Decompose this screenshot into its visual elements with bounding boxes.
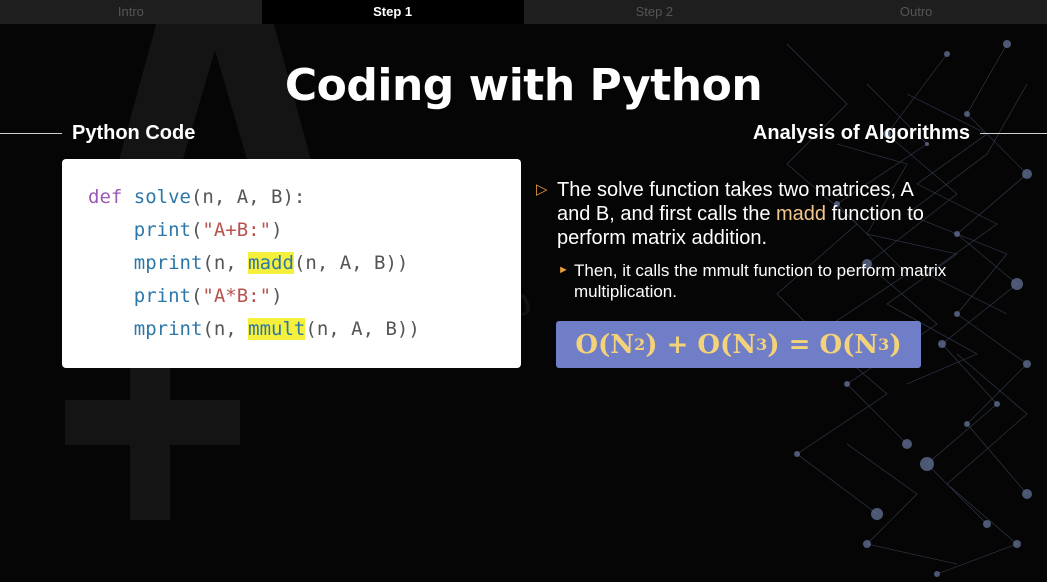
analysis-sub-text: Then, it calls the mmult function to per… — [574, 261, 947, 301]
code-paren: ) — [271, 285, 283, 307]
code-line-1: def solve(n, A, B): — [88, 183, 521, 216]
code-line-3: mprint(n, madd(n, A, B)) — [88, 249, 521, 282]
arrow-bullet-icon: ► — [558, 264, 569, 276]
formula-part: ) + O(N — [645, 329, 757, 360]
code-paren: ( — [190, 285, 203, 307]
code-args: (n, — [202, 318, 249, 340]
analysis-main-bullet: ▷ The solve function takes two matrices,… — [536, 178, 946, 250]
python-code-heading-text: Python Code — [72, 121, 196, 144]
analysis-heading: Analysis of Algorithms — [753, 120, 1047, 146]
code-args: (n, A, B)) — [305, 318, 420, 340]
code-call: print — [133, 219, 191, 241]
code-call: print — [133, 285, 191, 307]
formula-part: ) — [889, 329, 902, 360]
page-title: Coding with Python — [284, 60, 763, 111]
complexity-formula: O(N 2) + O(N 3) = O(N 3) — [556, 321, 921, 368]
heading-divider-line — [0, 132, 62, 134]
analysis-keyword-madd: madd — [776, 203, 827, 225]
tab-outro[interactable]: Outro — [785, 0, 1047, 24]
tab-intro[interactable]: Intro — [0, 0, 262, 24]
analysis-main-text: The solve function takes two matrices, A… — [557, 178, 946, 250]
code-block: def solve(n, A, B): print("A+B:") mprint… — [62, 159, 521, 368]
code-paren: ) — [271, 219, 283, 241]
code-call: mprint — [133, 318, 203, 340]
code-args: (n, A, B)) — [293, 252, 409, 274]
tab-step-1[interactable]: Step 1 — [261, 0, 524, 24]
code-args: (n, A, B): — [190, 186, 306, 208]
heading-divider-line — [980, 132, 1047, 134]
formula-exponent: 3 — [756, 335, 768, 354]
analysis-sub-bullet: ► Then, it calls the mmult function to p… — [558, 260, 948, 302]
code-args: (n, — [202, 252, 249, 274]
code-string: "A+B:" — [202, 219, 272, 241]
formula-exponent: 3 — [878, 335, 890, 354]
python-code-heading: Python Code — [0, 120, 195, 146]
code-line-4: print("A*B:") — [88, 282, 521, 315]
formula-part: ) = O(N — [767, 329, 879, 360]
code-call: mprint — [133, 252, 203, 274]
analysis-heading-text: Analysis of Algorithms — [752, 121, 970, 144]
code-paren: ( — [190, 219, 203, 241]
formula-exponent: 2 — [634, 335, 646, 354]
triangle-bullet-icon: ▷ — [536, 181, 548, 198]
code-highlight: mmult — [248, 318, 306, 340]
code-highlight: madd — [248, 252, 294, 274]
code-string: "A*B:" — [202, 285, 272, 307]
step-tab-bar: Intro Step 1 Step 2 Outro — [0, 0, 1047, 24]
code-line-2: print("A+B:") — [88, 216, 521, 249]
code-function-name: solve — [133, 186, 191, 208]
code-line-5: mprint(n, mmult(n, A, B)) — [88, 315, 521, 348]
tab-step-2[interactable]: Step 2 — [523, 0, 786, 24]
code-keyword: def — [88, 186, 123, 208]
formula-part: O(N — [575, 329, 635, 360]
